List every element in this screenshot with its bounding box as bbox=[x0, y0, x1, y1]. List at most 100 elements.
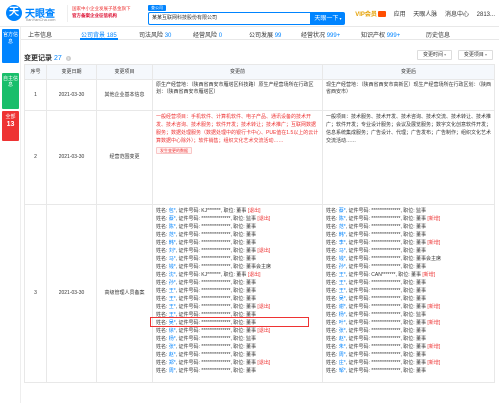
tab-operation-risk[interactable]: 经营风险 0 bbox=[193, 30, 222, 39]
person-row: 姓名: 刘*, 证件号码: ***************, 职位: 董事 [退… bbox=[156, 247, 319, 255]
person-name-link[interactable]: 王* bbox=[339, 288, 346, 294]
person-name-link[interactable]: 郑* bbox=[169, 360, 176, 366]
search-input[interactable]: 某某互联网科技股份有限公司 bbox=[148, 12, 311, 25]
person-name-link[interactable]: 张* bbox=[339, 328, 346, 334]
tab-judicial[interactable]: 司法风险 30 bbox=[139, 30, 171, 39]
person-name-link[interactable]: 吴* bbox=[339, 296, 346, 302]
person-name-link[interactable]: 叶* bbox=[339, 320, 346, 326]
tab-history[interactable]: 历史信息 bbox=[426, 30, 450, 39]
person-name-link[interactable]: 周* bbox=[169, 368, 176, 374]
person-name-link[interactable]: 沈* bbox=[169, 272, 176, 278]
person-name-link[interactable]: 包* bbox=[169, 208, 176, 214]
person-name-link[interactable]: 马* bbox=[339, 248, 346, 254]
info-icon[interactable]: ? bbox=[65, 55, 71, 61]
person-row: 姓名: 王*, 证件号码: ***************, 职位: 董事 bbox=[326, 279, 491, 287]
person-name-link[interactable]: 张* bbox=[169, 344, 176, 350]
filter-change-date[interactable]: 变更时间 bbox=[417, 50, 453, 60]
person-status-badge: [新增] bbox=[421, 272, 436, 278]
person-prefix: 姓名: bbox=[156, 352, 169, 358]
person-name-link[interactable]: 赵* bbox=[169, 352, 176, 358]
nav-user[interactable]: 2813... bbox=[477, 12, 495, 18]
person-status-badge: [退出] bbox=[246, 272, 261, 278]
person-name-link[interactable]: 韩* bbox=[169, 240, 176, 246]
person-details: , 证件号码: ***************, 职位: 董事 bbox=[345, 368, 427, 374]
search-type-tag[interactable]: 查公司 bbox=[148, 5, 166, 11]
tab-label: 经营状况 bbox=[301, 33, 326, 39]
person-details: , 证件号码: ***************, 职位: 董事 bbox=[345, 240, 427, 246]
person-status-badge: [新增] bbox=[426, 304, 441, 310]
person-name-link[interactable]: 邹* bbox=[339, 368, 346, 374]
person-name-link[interactable]: 陈* bbox=[169, 224, 176, 230]
person-details: , 证件号码: ***************, 职位: 董事 bbox=[175, 280, 257, 286]
person-name-link[interactable]: 赵* bbox=[339, 336, 346, 342]
person-details: , 证件号码: ***************, 职位: 董事 bbox=[175, 232, 257, 238]
person-prefix: 姓名: bbox=[156, 304, 169, 310]
tab-development[interactable]: 公司发展 99 bbox=[249, 30, 281, 39]
person-name-link[interactable]: 周* bbox=[339, 352, 346, 358]
person-name-link[interactable]: 范* bbox=[339, 224, 346, 230]
nav-vip[interactable]: VIP会员 bbox=[355, 12, 377, 18]
vip-badge-icon bbox=[377, 11, 386, 18]
person-name-link[interactable]: 王* bbox=[339, 272, 346, 278]
table-row: 3 2021-03-30 高级管理人员备案 姓名: 包*, 证件号码: KJ**… bbox=[24, 204, 495, 383]
tab-label: 上市信息 bbox=[28, 33, 53, 39]
person-name-link[interactable]: 王* bbox=[169, 296, 176, 302]
person-details: , 证件号码: ***************, 职位: 董事 bbox=[175, 344, 257, 350]
row-index: 2 bbox=[24, 110, 47, 205]
person-name-link[interactable]: 范* bbox=[169, 232, 176, 238]
person-row: 姓名: 陈*, 证件号码: ***************, 职位: 董事 [新… bbox=[326, 215, 491, 223]
person-name-link[interactable]: 韩* bbox=[339, 232, 346, 238]
person-details: , 证件号码: ***************, 职位: 监事 bbox=[175, 216, 257, 222]
person-details: , 证件号码: ***************, 职位: 董事 bbox=[345, 344, 427, 350]
person-details: , 证件号码: ***************, 职位: 董事 bbox=[345, 304, 427, 310]
tab-count: 999+ bbox=[326, 33, 341, 39]
person-details: , 证件号码: ***************, 职位: 董事 bbox=[345, 360, 427, 366]
nav-network[interactable]: 天眼人脉 bbox=[413, 12, 437, 18]
person-name-link[interactable]: 王* bbox=[339, 280, 346, 286]
slogan: 国家中小企业发展子基金旗下 官方备案企业征信机构 bbox=[67, 5, 139, 22]
filter-change-item[interactable]: 变更项目 bbox=[457, 50, 493, 60]
person-name-link[interactable]: 庄* bbox=[339, 360, 346, 366]
left-rail: 官方信息 自主信息 全部 13 bbox=[0, 27, 21, 403]
search-button[interactable]: 天眼一下 ▾ bbox=[311, 12, 345, 25]
nav-apps[interactable]: 应用 bbox=[394, 12, 406, 18]
tab-ip[interactable]: 知识产权 999+ bbox=[361, 30, 400, 39]
person-name-link[interactable]: 钱* bbox=[169, 264, 176, 270]
tab-listing[interactable]: 上市信息 bbox=[28, 30, 52, 39]
nav-messages[interactable]: 消息中心 bbox=[445, 12, 469, 18]
tab-label: 经营风险 bbox=[193, 33, 218, 39]
person-name-link[interactable]: 徐* bbox=[169, 328, 176, 334]
rail-all-label: 全部 bbox=[5, 114, 16, 120]
person-name-link[interactable]: 朱* bbox=[339, 344, 346, 350]
change-record-table: 序号 变更日期 变更项目 变更前 变更后 1 2021-03-30 其他企业基本… bbox=[24, 64, 495, 383]
person-name-link[interactable]: 孙* bbox=[169, 280, 176, 286]
person-details: , 证件号码: ***************, 职位: 董事 bbox=[175, 352, 257, 358]
person-name-link[interactable]: 杨* bbox=[169, 336, 176, 342]
person-row: 姓名: 张*, 证件号码: ***************, 职位: 董事 bbox=[156, 343, 319, 351]
person-row: 姓名: 王*, 证件号码: ***************, 职位: 董事 bbox=[156, 287, 319, 295]
person-name-link[interactable]: 刘* bbox=[169, 248, 176, 254]
logo-domain: TianYanCha.com bbox=[25, 17, 56, 22]
person-name-link[interactable]: 王* bbox=[169, 304, 176, 310]
person-prefix: 姓名: bbox=[326, 320, 339, 326]
logo[interactable]: 天 天眼查 TianYanCha.com bbox=[6, 5, 60, 23]
person-name-link[interactable]: 马* bbox=[169, 256, 176, 262]
person-row: 姓名: 周*, 证件号码: ***************, 职位: 董事 bbox=[156, 367, 319, 375]
person-name-link[interactable]: 孙* bbox=[339, 264, 346, 270]
tab-operation-status[interactable]: 经营状况 999+ bbox=[301, 30, 340, 39]
before-people-list: 姓名: 包*, 证件号码: KJ*******, 职位: 董事 [退出] 姓名: … bbox=[156, 207, 319, 375]
person-name-link[interactable]: 王* bbox=[169, 288, 176, 294]
col-header-date: 变更日期 bbox=[46, 64, 97, 80]
person-name-link[interactable]: 蔡* bbox=[339, 208, 346, 214]
rail-self-info[interactable]: 自主信息 bbox=[2, 73, 19, 109]
person-details: , 证件号码: ***************, 职位: 董事 bbox=[345, 320, 427, 326]
person-name-link[interactable]: 陈* bbox=[339, 216, 346, 222]
person-name-link[interactable]: 李* bbox=[339, 240, 346, 246]
person-name-link[interactable]: 蔡* bbox=[169, 216, 176, 222]
person-prefix: 姓名: bbox=[156, 224, 169, 230]
rail-all[interactable]: 全部 13 bbox=[2, 111, 19, 141]
person-name-link[interactable]: 杨* bbox=[339, 312, 346, 318]
rail-official-info[interactable]: 官方信息 bbox=[2, 29, 19, 63]
person-name-link[interactable]: 谢* bbox=[339, 304, 346, 310]
person-name-link[interactable]: 钱* bbox=[339, 256, 346, 262]
